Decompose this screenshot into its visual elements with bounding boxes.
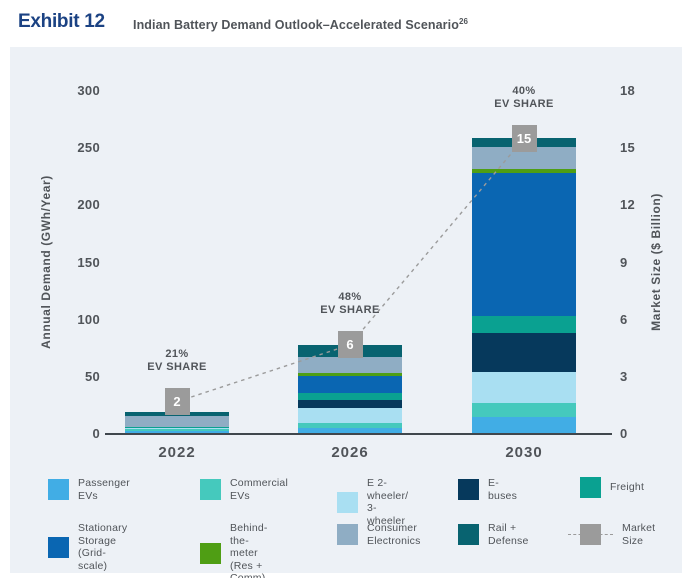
ev-share-percent: 48% — [290, 291, 410, 304]
bar-segment-passenger-evs-2030 — [472, 417, 576, 434]
bar-segment-commercial-evs-2026 — [298, 423, 402, 428]
legend-color-swatch — [200, 479, 221, 500]
ev-share-caption: EV SHARE — [117, 361, 237, 374]
legend-label: Rail + Defense — [488, 522, 529, 547]
ev-share-label-2026: 48%EV SHARE — [290, 291, 410, 317]
left-axis-tick-0: 0 — [40, 426, 100, 441]
bar-segment-e-buses-2026 — [298, 400, 402, 409]
x-axis-label-2022: 2022 — [117, 444, 237, 461]
market-size-marker-2030: 15 — [512, 125, 537, 152]
legend-item-passenger-evs: Passenger EVs — [48, 477, 130, 502]
legend-item-stationary-storage-grid-scale-: Stationary Storage (Grid-scale) — [48, 522, 127, 572]
ev-share-label-2022: 21%EV SHARE — [117, 348, 237, 374]
bar-segment-e-buses-2030 — [472, 333, 576, 372]
right-axis-tick-3: 3 — [620, 369, 680, 384]
bar-segment-behind-the-meter-res-comm--2030 — [472, 169, 576, 174]
bar-segment-freight-2026 — [298, 393, 402, 400]
ev-share-caption: EV SHARE — [290, 304, 410, 317]
legend-color-swatch — [458, 479, 479, 500]
left-axis-tick-50: 50 — [40, 369, 100, 384]
legend-market-size-symbol — [568, 524, 613, 545]
right-axis-tick-0: 0 — [620, 426, 680, 441]
legend-color-swatch — [200, 543, 221, 564]
legend-item-behind-the-meter-res-comm-: Behind-the-meter (Res + Comm) — [200, 522, 268, 578]
left-axis-tick-250: 250 — [40, 140, 100, 155]
ev-share-percent: 40% — [464, 85, 584, 98]
legend-item-rail-defense: Rail + Defense — [458, 522, 529, 547]
left-axis-title: Annual Demand (GWh/Year) — [39, 175, 53, 349]
x-axis-label-2030: 2030 — [464, 444, 584, 461]
legend-marker-swatch — [580, 524, 601, 545]
right-axis-title: Market Size ($ Billion) — [649, 193, 663, 331]
legend-label: Behind-the-meter (Res + Comm) — [230, 522, 268, 578]
legend-color-swatch — [458, 524, 479, 545]
bar-segment-freight-2030 — [472, 316, 576, 333]
legend-label: Freight — [610, 481, 644, 494]
right-axis-tick-18: 18 — [620, 83, 680, 98]
left-axis-tick-300: 300 — [40, 83, 100, 98]
legend-label: Market Size — [622, 522, 655, 547]
legend-color-swatch — [337, 492, 358, 513]
bar-segment-consumer-electronics-2026 — [298, 357, 402, 374]
right-axis-tick-15: 15 — [620, 140, 680, 155]
bar-segment-e-2-wheeler-3-wheeler-2026 — [298, 408, 402, 423]
market-size-marker-2022: 2 — [165, 388, 190, 415]
bar-segment-consumer-electronics-2022 — [125, 416, 229, 426]
legend-label: E 2-wheeler/ 3-wheeler — [367, 477, 408, 527]
bar-segment-commercial-evs-2030 — [472, 403, 576, 417]
legend-item-freight: Freight — [580, 477, 644, 498]
legend-label: Commercial EVs — [230, 477, 288, 502]
legend-color-swatch — [580, 477, 601, 498]
legend-label: Passenger EVs — [78, 477, 130, 502]
legend-item-e-2-wheeler-3-wheeler: E 2-wheeler/ 3-wheeler — [337, 477, 408, 527]
ev-share-percent: 21% — [117, 348, 237, 361]
legend-item-commercial-evs: Commercial EVs — [200, 477, 288, 502]
ev-share-label-2030: 40%EV SHARE — [464, 85, 584, 111]
bar-segment-stationary-storage-grid-scale--2030 — [472, 173, 576, 316]
ev-share-caption: EV SHARE — [464, 98, 584, 111]
legend-color-swatch — [48, 479, 69, 500]
legend-label: Consumer Electronics — [367, 522, 421, 547]
legend-label: E-buses — [488, 477, 517, 502]
legend-color-swatch — [337, 524, 358, 545]
market-size-marker-2026: 6 — [338, 331, 363, 358]
legend-item-market-size: Market Size — [568, 522, 655, 547]
legend-item-consumer-electronics: Consumer Electronics — [337, 522, 421, 547]
bar-segment-stationary-storage-grid-scale--2026 — [298, 376, 402, 393]
legend-label: Stationary Storage (Grid-scale) — [78, 522, 127, 572]
bar-segment-freight-2022 — [125, 427, 229, 428]
x-axis-line — [105, 433, 612, 435]
legend-color-swatch — [48, 537, 69, 558]
bar-segment-commercial-evs-2022 — [125, 429, 229, 431]
bar-segment-e-2-wheeler-3-wheeler-2022 — [125, 427, 229, 429]
legend-item-e-buses: E-buses — [458, 477, 517, 502]
bar-segment-e-2-wheeler-3-wheeler-2030 — [472, 372, 576, 403]
x-axis-label-2026: 2026 — [290, 444, 410, 461]
bar-segment-behind-the-meter-res-comm--2026 — [298, 373, 402, 376]
